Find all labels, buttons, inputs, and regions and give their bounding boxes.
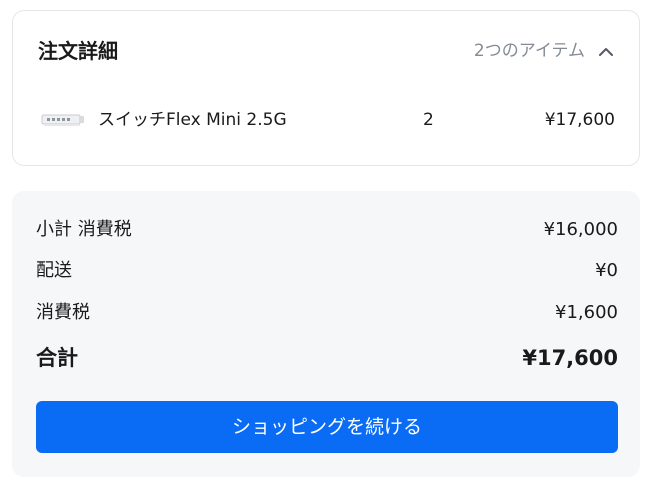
tax-label: 消費税	[36, 302, 90, 323]
item-name: スイッチFlex Mini 2.5G	[98, 110, 287, 130]
shipping-label: 配送	[36, 260, 72, 281]
subtotal-value: ¥16,000	[543, 219, 618, 240]
subtotal-row: 小計 消費税 ¥16,000	[36, 216, 618, 244]
chevron-up-icon	[599, 47, 613, 56]
shipping-value: ¥0	[595, 260, 618, 281]
shipping-row: 配送 ¥0	[36, 257, 618, 285]
total-value: ¥17,600	[522, 346, 618, 370]
tax-value: ¥1,600	[555, 302, 618, 323]
item-price: ¥17,600	[544, 110, 615, 130]
network-switch-icon	[41, 112, 85, 128]
tax-row: 消費税 ¥1,600	[36, 299, 618, 327]
item-quantity: 2	[423, 110, 434, 130]
order-summary-panel: 小計 消費税 ¥16,000 配送 ¥0 消費税 ¥1,600 合計 ¥17,6…	[12, 191, 640, 477]
subtotal-label: 小計 消費税	[36, 219, 132, 240]
total-label: 合計	[36, 346, 78, 370]
total-row: 合計 ¥17,600	[36, 344, 618, 372]
continue-shopping-button[interactable]: ショッピングを続ける	[36, 401, 618, 453]
order-item-row: スイッチFlex Mini 2.5G 2 ¥17,600	[41, 103, 615, 137]
order-details-card: 注文詳細 2つのアイテム スイッチFlex Mini 2.5G 2 ¥17,60…	[12, 10, 640, 166]
item-count-label: 2つのアイテム	[473, 41, 585, 61]
order-details-title: 注文詳細	[38, 39, 118, 63]
item-count-toggle[interactable]: 2つのアイテム	[474, 37, 613, 65]
